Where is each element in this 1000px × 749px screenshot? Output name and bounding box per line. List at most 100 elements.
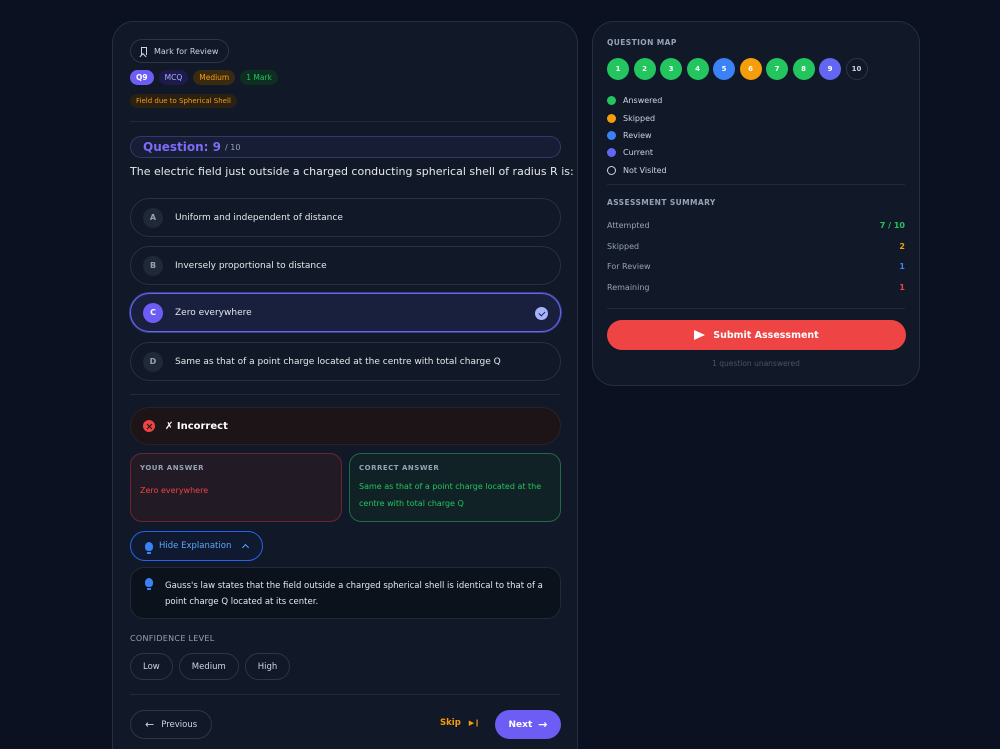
confidence-low-button[interactable]: Low [130, 653, 173, 680]
divider [130, 394, 560, 395]
question-map-item[interactable]: 2 [633, 58, 656, 80]
question-map: 1 2 3 4 5 6 7 8 9 10 [607, 58, 868, 80]
option-text: Uniform and independent of distance [175, 212, 343, 223]
previous-label: Previous [161, 719, 198, 730]
result-status: ✗ Incorrect [165, 420, 228, 432]
question-map-item[interactable]: 4 [686, 58, 709, 80]
summary-remaining: Remaining 1 [607, 283, 905, 292]
correct-answer-label: CORRECT ANSWER [359, 464, 440, 472]
question-id-tag: Q9 [130, 70, 154, 85]
option-letter: A [143, 207, 163, 228]
question-total: / 10 [225, 142, 241, 152]
previous-button[interactable]: ← Previous [130, 710, 212, 739]
option-letter: B [143, 255, 163, 276]
hide-explanation-label: Hide Explanation [159, 541, 232, 551]
option-letter: D [143, 351, 163, 372]
bookmark-icon [141, 47, 147, 55]
legend-item: Answered [607, 92, 667, 109]
topic-tag: Field due to Spherical Shell [130, 94, 237, 108]
skipped-dot-icon [607, 113, 616, 123]
chevron-up-icon [242, 543, 250, 552]
next-button[interactable]: Next → [495, 710, 561, 739]
mark-for-review-button[interactable]: Mark for Review [130, 39, 230, 63]
summary-title: ASSESSMENT SUMMARY [607, 198, 716, 207]
explanation-text: Gauss's law states that the field outsid… [165, 581, 543, 607]
question-tags: Q9 MCQ Medium 1 Mark [130, 70, 278, 85]
arrow-right-icon: → [538, 718, 548, 731]
question-map-item[interactable]: 9 [819, 58, 841, 80]
question-map-item[interactable]: 10 [845, 58, 868, 80]
confidence-medium-button[interactable]: Medium [178, 653, 239, 680]
your-answer-value: Zero everywhere [140, 486, 209, 495]
check-circle-icon [535, 307, 548, 320]
question-heading: Question: 9 / 10 [130, 136, 561, 158]
legend-label: Current [623, 148, 654, 158]
difficulty-tag: Medium [193, 70, 236, 85]
confidence-high-button[interactable]: High [244, 653, 291, 680]
summary-label: Skipped [607, 242, 640, 251]
question-map-item[interactable]: 7 [766, 58, 788, 80]
summary-attempted: Attempted 7 / 10 [607, 221, 905, 230]
option-a[interactable]: A Uniform and independent of distance [130, 198, 561, 237]
question-number: Question: 9 [143, 140, 221, 154]
legend-label: Skipped [623, 113, 656, 123]
not-visited-dot-icon [607, 165, 616, 175]
question-map-title: QUESTION MAP [607, 38, 677, 47]
your-answer-box: YOUR ANSWER Zero everywhere [130, 453, 342, 522]
summary-value: 1 [899, 283, 905, 292]
sidebar-card: QUESTION MAP 1 2 3 4 5 6 7 8 9 10 Answer… [592, 21, 920, 386]
divider [130, 121, 560, 122]
confidence-label: CONFIDENCE LEVEL [130, 634, 215, 643]
explanation-box: Gauss's law states that the field outsid… [130, 567, 561, 619]
summary-value: 7 / 10 [879, 221, 905, 230]
correct-answer-value: Same as that of a point charge located a… [359, 482, 542, 508]
question-map-item[interactable]: 3 [660, 58, 682, 80]
legend-item: Not Visited [607, 162, 667, 179]
summary-label: For Review [607, 262, 651, 271]
legend-item: Current [607, 144, 667, 161]
summary-review: For Review 1 [607, 262, 905, 271]
question-map-item[interactable]: 6 [739, 58, 762, 80]
error-circle-icon [143, 420, 155, 432]
legend-label: Not Visited [623, 165, 667, 175]
unanswered-note: 1 question unanswered [712, 359, 800, 368]
mark-for-review-label: Mark for Review [154, 46, 219, 56]
question-map-item[interactable]: 1 [607, 58, 629, 80]
skip-label: Skip [440, 718, 461, 728]
submit-assessment-button[interactable]: Submit Assessment [607, 320, 906, 350]
question-text: The electric field just outside a charge… [130, 165, 574, 178]
result-banner: ✗ Incorrect [130, 407, 561, 445]
skip-forward-icon: ▶❙ [468, 719, 481, 727]
question-type-tag: MCQ [158, 70, 189, 85]
current-dot-icon [607, 148, 616, 158]
question-map-legend: Answered Skipped Review Current Not Visi… [607, 92, 667, 179]
summary-skipped: Skipped 2 [607, 242, 905, 251]
option-text: Zero everywhere [175, 307, 252, 318]
submit-label: Submit Assessment [713, 329, 819, 341]
summary-label: Attempted [607, 221, 650, 230]
question-card: Mark for Review Q9 MCQ Medium 1 Mark Fie… [112, 21, 578, 749]
answered-dot-icon [607, 96, 616, 106]
correct-answer-box: CORRECT ANSWER Same as that of a point c… [349, 453, 561, 522]
option-text: Inversely proportional to distance [175, 260, 327, 271]
skip-button[interactable]: Skip ▶❙ [440, 718, 480, 728]
divider [607, 308, 905, 309]
lightbulb-icon [145, 541, 153, 554]
legend-label: Answered [623, 96, 663, 106]
question-map-item[interactable]: 5 [713, 58, 735, 80]
hide-explanation-button[interactable]: Hide Explanation [130, 531, 263, 561]
summary-label: Remaining [607, 283, 650, 292]
arrow-left-icon: ← [145, 718, 155, 731]
marks-tag: 1 Mark [240, 70, 278, 85]
question-map-item[interactable]: 8 [792, 58, 815, 80]
divider [607, 184, 905, 185]
legend-label: Review [623, 130, 652, 140]
option-text: Same as that of a point charge located a… [175, 356, 501, 367]
summary-value: 1 [899, 262, 905, 271]
summary-value: 2 [899, 242, 905, 251]
review-dot-icon [607, 130, 616, 140]
option-c[interactable]: C Zero everywhere [130, 293, 561, 332]
option-d[interactable]: D Same as that of a point charge located… [130, 342, 561, 381]
legend-item: Review [607, 127, 667, 144]
option-b[interactable]: B Inversely proportional to distance [130, 246, 561, 285]
